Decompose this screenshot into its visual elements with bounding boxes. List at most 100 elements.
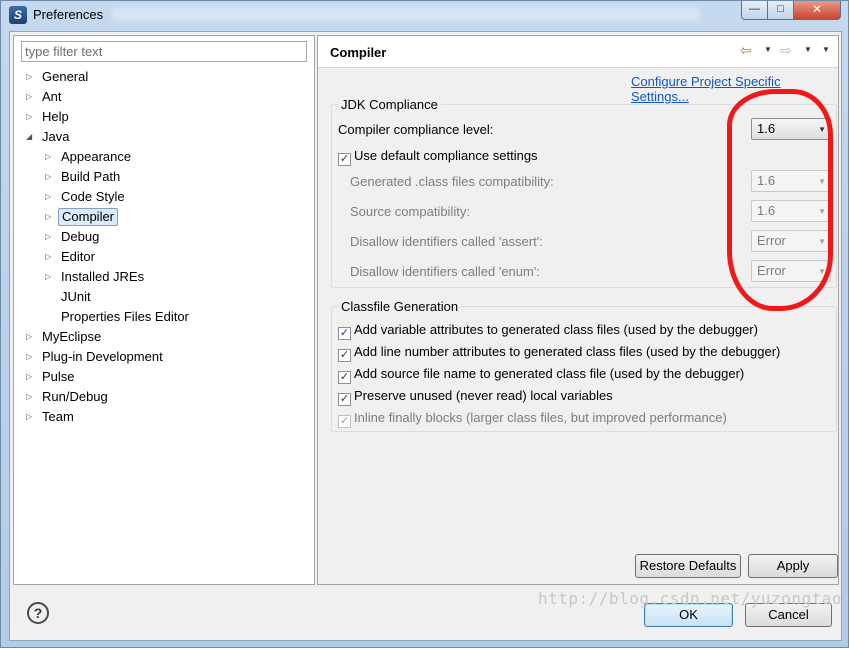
- configure-project-specific-link[interactable]: Configure Project Specific Settings...: [631, 74, 838, 104]
- apply-button[interactable]: Apply: [748, 554, 838, 578]
- tree-item[interactable]: ▷ General: [26, 68, 91, 86]
- classfile-option-checkbox[interactable]: ✓ Add line number attributes to generated…: [338, 344, 781, 362]
- tree-item-label: Compiler: [58, 208, 119, 226]
- use-default-compliance-checkbox[interactable]: ✓ Use default compliance settings: [338, 148, 538, 166]
- classfile-option-checkbox[interactable]: ✓ Preserve unused (never read) local vari…: [338, 388, 613, 406]
- disallow-enum-select[interactable]: Error ▼: [751, 260, 831, 282]
- classfile-option-checkbox[interactable]: ✓ Inline finally blocks (larger class fil…: [338, 410, 727, 428]
- title-bar[interactable]: S Preferences — □ ✕: [1, 1, 848, 29]
- generated-class-compat-value: 1.6: [757, 173, 776, 188]
- tree-item[interactable]: ▷ Installed JREs: [45, 268, 147, 286]
- classfile-generation-title: Classfile Generation: [338, 299, 462, 314]
- tree-item-label: Run/Debug: [42, 389, 108, 404]
- compliance-level-label: Compiler compliance level:: [338, 122, 494, 137]
- close-button[interactable]: ✕: [793, 1, 841, 20]
- checkbox-box[interactable]: ✓: [338, 415, 351, 428]
- forward-arrow-icon[interactable]: ⇨: [780, 42, 792, 59]
- blurred-title-background: [111, 7, 701, 21]
- tree-item-label: Editor: [61, 249, 95, 264]
- disallow-enum-label: Disallow identifiers called 'enum':: [350, 264, 540, 279]
- checkbox-box[interactable]: ✓: [338, 371, 351, 384]
- compliance-level-select[interactable]: 1.6 ▼: [751, 118, 831, 140]
- forward-history-dropdown[interactable]: ▼: [804, 45, 812, 54]
- preferences-window: S Preferences — □ ✕ ▷General▷Ant▷Help◢Ja…: [0, 0, 849, 648]
- tree-item-label: Plug-in Development: [42, 349, 163, 364]
- tree-item[interactable]: ▷ Ant: [26, 88, 65, 106]
- expand-arrow-icon[interactable]: ▷: [26, 328, 39, 346]
- checkbox-box[interactable]: ✓: [338, 327, 351, 340]
- filter-input[interactable]: [21, 41, 307, 62]
- tree-item[interactable]: ▷ Team: [26, 408, 77, 426]
- source-compat-select[interactable]: 1.6 ▼: [751, 200, 831, 222]
- tree-item-label: Code Style: [61, 189, 125, 204]
- disallow-assert-label: Disallow identifiers called 'assert':: [350, 234, 543, 249]
- generated-class-compat-select[interactable]: 1.6 ▼: [751, 170, 831, 192]
- expand-arrow-icon[interactable]: ▷: [45, 228, 58, 246]
- tree-item[interactable]: ▷ Appearance: [45, 148, 134, 166]
- checkbox-box[interactable]: ✓: [338, 153, 351, 166]
- expand-arrow-icon[interactable]: ▷: [26, 68, 39, 86]
- tree-item[interactable]: ▷ Debug: [45, 228, 102, 246]
- generated-class-compat-label: Generated .class files compatibility:: [350, 174, 554, 189]
- tree-item-label: Help: [42, 109, 69, 124]
- expand-arrow-icon[interactable]: ◢: [26, 128, 39, 146]
- expand-arrow-icon[interactable]: ▷: [45, 168, 58, 186]
- tree-item[interactable]: ▷ Pulse: [26, 368, 78, 386]
- preferences-tree-panel: ▷General▷Ant▷Help◢Java▷Appearance▷Build …: [13, 35, 315, 585]
- use-default-compliance-label: Use default compliance settings: [354, 148, 538, 163]
- tree-item-label: MyEclipse: [42, 329, 102, 344]
- expand-arrow-icon[interactable]: ▷: [26, 408, 39, 426]
- disallow-assert-select[interactable]: Error ▼: [751, 230, 831, 252]
- tree-item[interactable]: ▷ Compiler: [45, 208, 119, 226]
- chevron-down-icon: ▼: [818, 177, 826, 186]
- chevron-down-icon: ▼: [818, 267, 826, 276]
- tree-item[interactable]: Properties Files Editor: [45, 308, 192, 326]
- tree-item[interactable]: ▷ Editor: [45, 248, 98, 266]
- help-icon[interactable]: ?: [27, 602, 49, 624]
- expand-arrow-icon[interactable]: ▷: [26, 88, 39, 106]
- tree-item[interactable]: ▷ MyEclipse: [26, 328, 104, 346]
- back-arrow-icon[interactable]: ⇦: [740, 42, 752, 59]
- tree-item[interactable]: JUnit: [45, 288, 94, 306]
- expand-arrow-icon[interactable]: ▷: [26, 368, 39, 386]
- tree-item[interactable]: ▷ Build Path: [45, 168, 123, 186]
- classfile-option-checkbox[interactable]: ✓ Add source file name to generated class…: [338, 366, 744, 384]
- jdk-compliance-group: JDK Compliance Compiler compliance level…: [331, 97, 837, 288]
- restore-defaults-button[interactable]: Restore Defaults: [635, 554, 741, 578]
- tree-item[interactable]: ▷ Plug-in Development: [26, 348, 166, 366]
- expand-arrow-icon[interactable]: ▷: [26, 388, 39, 406]
- classfile-option-label: Add line number attributes to generated …: [354, 344, 781, 359]
- expand-arrow-icon[interactable]: ▷: [26, 108, 39, 126]
- classfile-option-label: Inline finally blocks (larger class file…: [354, 410, 727, 425]
- expand-arrow-icon[interactable]: ▷: [45, 268, 58, 286]
- jdk-compliance-title: JDK Compliance: [338, 97, 441, 112]
- source-compat-value: 1.6: [757, 203, 776, 218]
- view-menu-dropdown[interactable]: ▼: [822, 45, 830, 54]
- maximize-button[interactable]: □: [767, 1, 794, 20]
- chevron-down-icon: ▼: [818, 237, 826, 246]
- chevron-down-icon: ▼: [818, 125, 826, 134]
- disallow-assert-value: Error: [757, 233, 786, 248]
- expand-arrow-icon[interactable]: ▷: [26, 348, 39, 366]
- expand-arrow-icon[interactable]: ▷: [45, 148, 58, 166]
- expand-arrow-icon[interactable]: ▷: [45, 248, 58, 266]
- tree-item[interactable]: ▷ Help: [26, 108, 72, 126]
- window-title: Preferences: [33, 7, 104, 22]
- checkbox-box[interactable]: ✓: [338, 393, 351, 406]
- expand-arrow-icon[interactable]: ▷: [45, 188, 58, 206]
- source-compat-label: Source compatibility:: [350, 204, 470, 219]
- disallow-enum-value: Error: [757, 263, 786, 278]
- classfile-option-label: Add variable attributes to generated cla…: [354, 322, 758, 337]
- classfile-generation-group: Classfile Generation ✓ Add variable attri…: [331, 299, 837, 432]
- minimize-button[interactable]: —: [741, 1, 768, 20]
- tree-item[interactable]: ▷ Code Style: [45, 188, 128, 206]
- classfile-option-label: Preserve unused (never read) local varia…: [354, 388, 613, 403]
- tree-item-label: Java: [42, 129, 70, 144]
- checkbox-box[interactable]: ✓: [338, 349, 351, 362]
- expand-arrow-icon[interactable]: ▷: [45, 208, 58, 226]
- classfile-option-checkbox[interactable]: ✓ Add variable attributes to generated cl…: [338, 322, 758, 340]
- back-history-dropdown[interactable]: ▼: [764, 45, 772, 54]
- tree-item[interactable]: ◢ Java: [26, 128, 72, 146]
- tree-item[interactable]: ▷ Run/Debug: [26, 388, 111, 406]
- tree-item-label: Build Path: [61, 169, 121, 184]
